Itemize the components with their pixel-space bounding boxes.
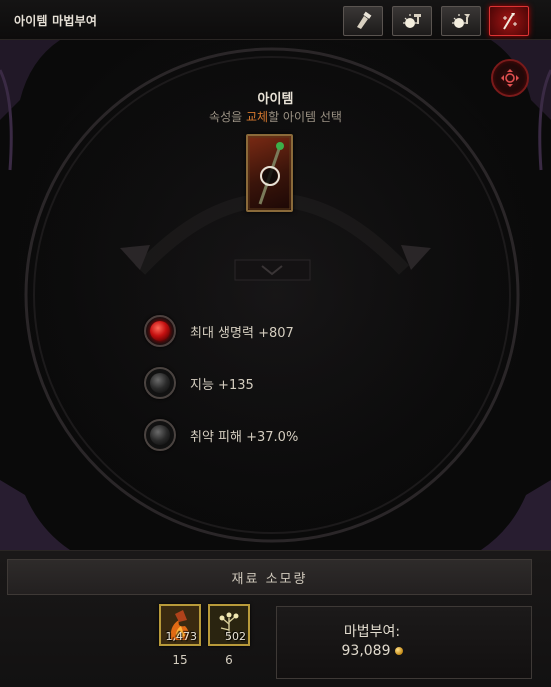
enchant-wand-icon [503,13,517,30]
enchant-label: 마법부여: [343,624,401,640]
item-panel-subtitle: 속성을 교체할 아이템 선택 [209,110,342,124]
materials-panel: 재료 소모량 1,473 15 502 6 마법부여: 93,089 [0,550,551,687]
stat-gem-grey-icon [144,419,176,451]
gem-socket-icon [403,14,421,28]
stat-row[interactable]: 취약 피해 +37.0% [144,419,298,451]
stat-gem-red-icon [144,315,176,347]
enchant-cost-value: 93,089 [341,643,391,659]
enchant-button[interactable]: 마법부여: 93,089 [276,606,532,679]
enchant-main-panel: 아이템 속성을 교체할 아이템 선택 최대 생명력 +807 지능 +135 취… [0,40,551,550]
gem-socket-alt-icon [452,14,470,28]
tab-enchant[interactable] [489,6,529,36]
stat-text: 최대 생명력 +807 [190,325,294,341]
material-slot-fire[interactable]: 1,473 [159,604,201,646]
stat-row[interactable]: 지능 +135 [144,367,254,399]
window-title: 아이템 마법부여 [14,14,98,28]
tab-gem-socket-alt[interactable] [441,6,481,36]
tab-hammer-enchant[interactable] [343,6,383,36]
material-owned-count: 1,473 [165,630,198,643]
material-slot-herb[interactable]: 502 [208,604,250,646]
material-owned-count: 502 [225,630,246,643]
staff-icon [248,136,291,210]
subtitle-highlight: 교체 [245,110,269,124]
stat-text: 지능 +135 [190,377,254,393]
item-panel-title: 아이템 [257,92,294,107]
enchant-cost: 93,089 [277,643,467,659]
window-header: 아이템 마법부여 [0,0,551,40]
rotate-view-icon [501,69,519,87]
hammer-enchant-icon [357,11,372,29]
gold-icon [394,647,403,655]
stat-text: 취약 피해 +37.0% [190,429,299,445]
material-required-count: 6 [225,653,233,667]
stat-row[interactable]: 최대 생명력 +807 [144,315,294,347]
tab-gem-socket[interactable] [392,6,432,36]
item-slot[interactable] [246,134,293,212]
material-required-count: 15 [172,653,188,667]
stat-gem-grey-icon [144,367,176,399]
materials-header: 재료 소모량 [7,559,532,595]
